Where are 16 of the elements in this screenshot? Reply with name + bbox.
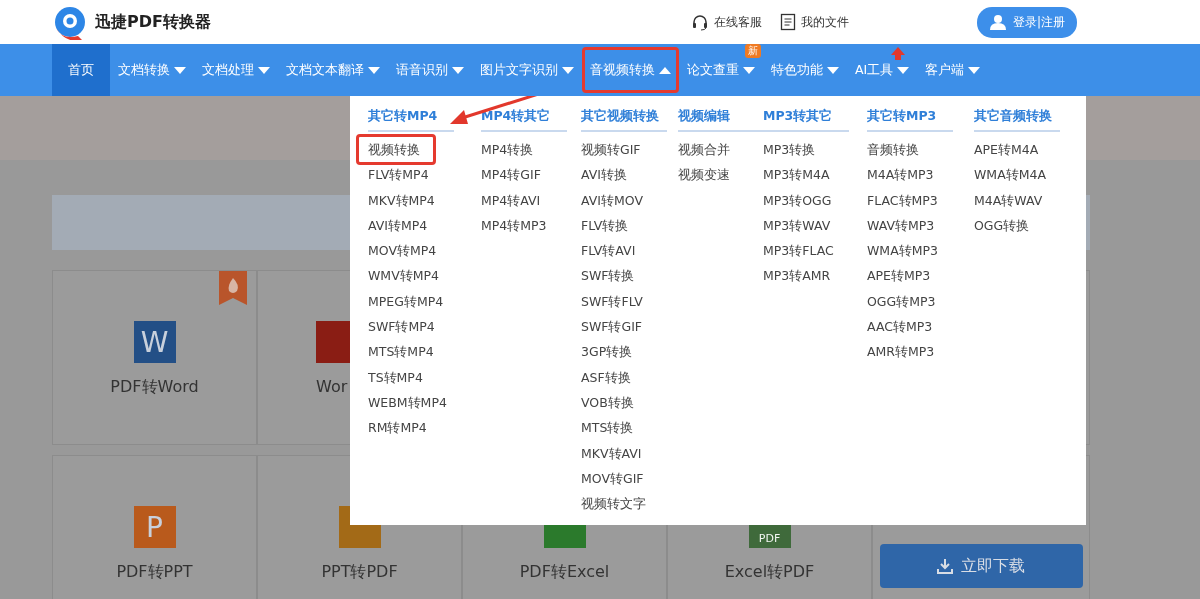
card-label: PDF转PPT: [116, 562, 193, 583]
new-badge: 新: [745, 44, 761, 58]
card-label: PDF转Word: [110, 377, 199, 398]
card-label: Excel转PDF: [724, 562, 815, 583]
card-label: PDF转Excel: [519, 562, 610, 583]
word-icon: W: [133, 321, 176, 363]
column-heading: MP3转其它: [763, 108, 849, 132]
column-heading: 其它视频转换: [581, 108, 667, 132]
column-heading: 视频编辑: [678, 108, 764, 132]
column-heading: 其它转MP4: [368, 108, 454, 132]
card-label: Wor: [316, 377, 348, 396]
slides-icon: P: [133, 506, 176, 548]
column-heading: 其它音频转换: [974, 108, 1060, 132]
column-heading: MP4转其它: [481, 108, 567, 132]
card-label: PPT转PDF: [321, 562, 398, 583]
column-heading: 其它转MP3: [867, 108, 953, 132]
